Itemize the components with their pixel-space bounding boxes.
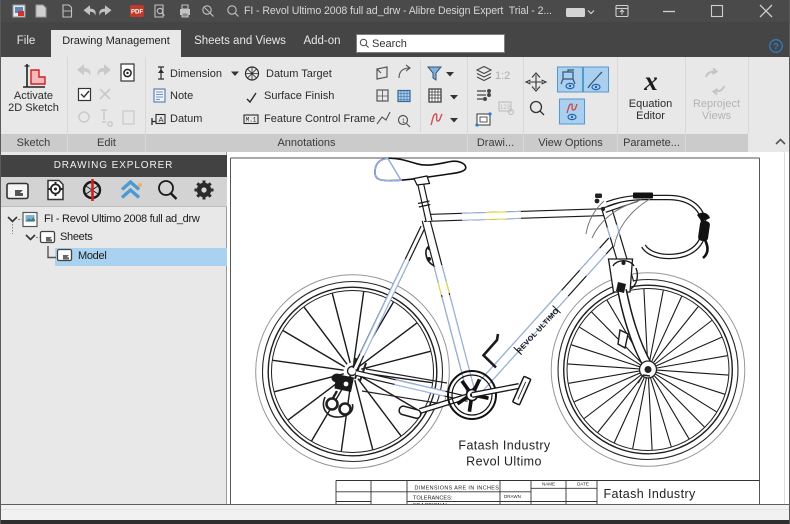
svg-text:Fatash Industry: Fatash Industry <box>604 487 697 501</box>
svg-text:TOLERANCES:: TOLERANCES: <box>413 496 453 502</box>
svg-text:DIMENSIONS ARE IN INCHES: DIMENSIONS ARE IN INCHES <box>415 486 500 492</box>
svg-text:Fatash Industry: Fatash Industry <box>458 439 551 453</box>
svg-text:NAME: NAME <box>542 482 555 487</box>
svg-text:DRAWN: DRAWN <box>504 494 521 499</box>
svg-text:PDF: PDF <box>131 10 143 16</box>
svg-text:1: 1 <box>402 118 406 125</box>
svg-text:Revol Ultimo: Revol Ultimo <box>466 455 542 469</box>
svg-text:?: ? <box>773 41 779 52</box>
svg-text:DATE: DATE <box>577 482 589 487</box>
svg-text:A: A <box>158 115 163 124</box>
svg-text:M.1: M.1 <box>246 117 257 124</box>
svg-text:x: x <box>643 66 658 96</box>
